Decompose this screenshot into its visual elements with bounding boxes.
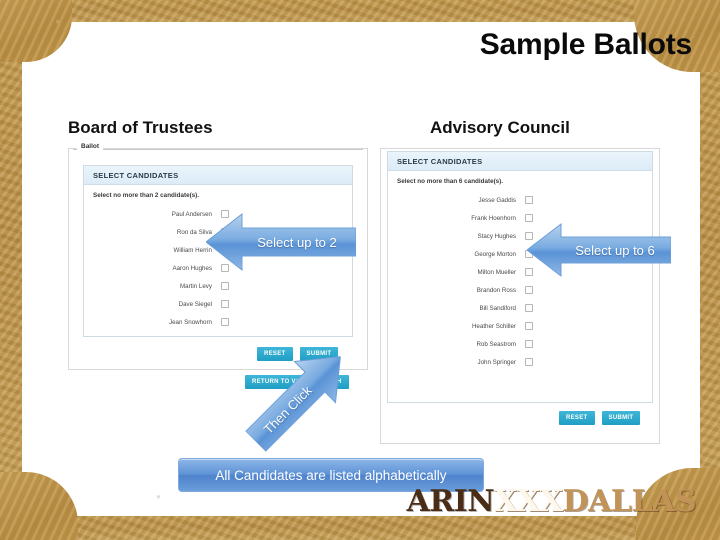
candidate-row[interactable]: Brandon Ross — [388, 281, 652, 299]
logo-text-arin: ARIN — [406, 484, 495, 519]
candidate-name: Jean Snowhorn — [169, 318, 212, 326]
callout-label-select-up-to-6: Select up to 6 — [575, 242, 655, 258]
candidate-checkbox[interactable] — [221, 300, 229, 308]
frame-corner-bottom-left — [0, 472, 78, 540]
panel-header-select-candidates: SELECT CANDIDATES — [388, 152, 652, 171]
candidate-name: Ron da Silva — [176, 228, 212, 236]
candidate-name: Stacy Hughes — [477, 232, 516, 240]
candidate-checkbox[interactable] — [525, 196, 533, 204]
panel-header-select-candidates: SELECT CANDIDATES — [84, 166, 352, 185]
candidate-name: William Herrin — [173, 246, 213, 254]
candidate-row[interactable]: Dave Siegel — [84, 295, 352, 313]
logo-text-dallas: DALLAS — [562, 484, 697, 519]
candidate-checkbox[interactable] — [525, 304, 533, 312]
frame-border-right — [700, 0, 720, 540]
candidate-name: Dave Siegel — [178, 300, 212, 308]
candidate-row[interactable]: Rob Seastrom — [388, 335, 652, 353]
callout-label-select-up-to-2: Select up to 2 — [257, 234, 337, 250]
candidate-row[interactable]: Martin Levy — [84, 277, 352, 295]
page-title: Sample Ballots — [479, 28, 692, 61]
candidate-checkbox[interactable] — [525, 214, 533, 222]
panel-instruction: Select no more than 2 candidate(s). — [93, 192, 200, 199]
candidate-name: Milton Mueller — [477, 268, 516, 276]
slide-canvas: Sample Ballots Board of Trustees Advisor… — [0, 0, 720, 540]
candidate-checkbox[interactable] — [525, 322, 533, 330]
ballot-screenshot-advisory: SELECT CANDIDATES Select no more than 6 … — [380, 148, 660, 444]
fieldset-rule — [73, 149, 363, 150]
candidate-name: George Morton — [474, 250, 516, 258]
reset-button[interactable]: RESET — [559, 411, 595, 425]
candidate-name: Martin Levy — [180, 282, 212, 290]
heading-advisory-council: Advisory Council — [430, 118, 570, 137]
arin-xxx-dallas-logo: ARIN XXX DALLAS — [406, 484, 697, 519]
candidate-name: John Springer — [477, 358, 516, 366]
reset-button[interactable]: RESET — [257, 347, 293, 361]
candidate-name: Rob Seastrom — [476, 340, 516, 348]
candidate-name: Jesse Gaddis — [478, 196, 517, 204]
candidate-row[interactable]: Jean Snowhorn — [84, 313, 352, 331]
candidate-name: Brandon Ross — [476, 286, 516, 294]
candidate-name: Bill Sandiford — [479, 304, 516, 312]
candidate-row[interactable]: Jesse Gaddis — [388, 191, 652, 209]
frame-corner-top-left — [0, 0, 72, 62]
frame-border-left — [0, 0, 22, 540]
candidate-checkbox[interactable] — [221, 282, 229, 290]
panel-instruction: Select no more than 6 candidate(s). — [397, 178, 504, 185]
callout-arrow-select-up-to-2: Select up to 2 — [205, 212, 357, 272]
logo-text-xxx: XXX — [494, 484, 563, 519]
frame-border-bottom — [0, 516, 720, 540]
heading-board-of-trustees: Board of Trustees — [68, 118, 213, 137]
candidate-name: Frank Hoenhorn — [471, 214, 516, 222]
frame-border-top — [0, 0, 720, 22]
candidate-name: Heather Schiller — [471, 322, 516, 330]
candidate-name: Aaron Hughes — [172, 264, 212, 272]
candidate-checkbox[interactable] — [525, 358, 533, 366]
submit-button[interactable]: SUBMIT — [601, 411, 641, 425]
candidate-list-advisory: Jesse Gaddis Frank Hoenhorn Stacy Hughes Ge… — [388, 189, 652, 379]
ballot-button-row-advisory: RESET SUBMIT — [559, 411, 641, 425]
candidate-row[interactable]: Bill Sandiford — [388, 299, 652, 317]
callout-arrow-select-up-to-6: Select up to 6 — [526, 222, 672, 278]
candidate-row[interactable]: John Springer — [388, 353, 652, 371]
candidate-checkbox[interactable] — [525, 340, 533, 348]
fieldset-legend-ballot: Ballot — [77, 143, 104, 150]
candidate-checkbox[interactable] — [221, 318, 229, 326]
candidate-checkbox[interactable] — [525, 286, 533, 294]
candidate-name: Paul Andersen — [171, 210, 212, 218]
candidate-row[interactable]: Heather Schiller — [388, 317, 652, 335]
